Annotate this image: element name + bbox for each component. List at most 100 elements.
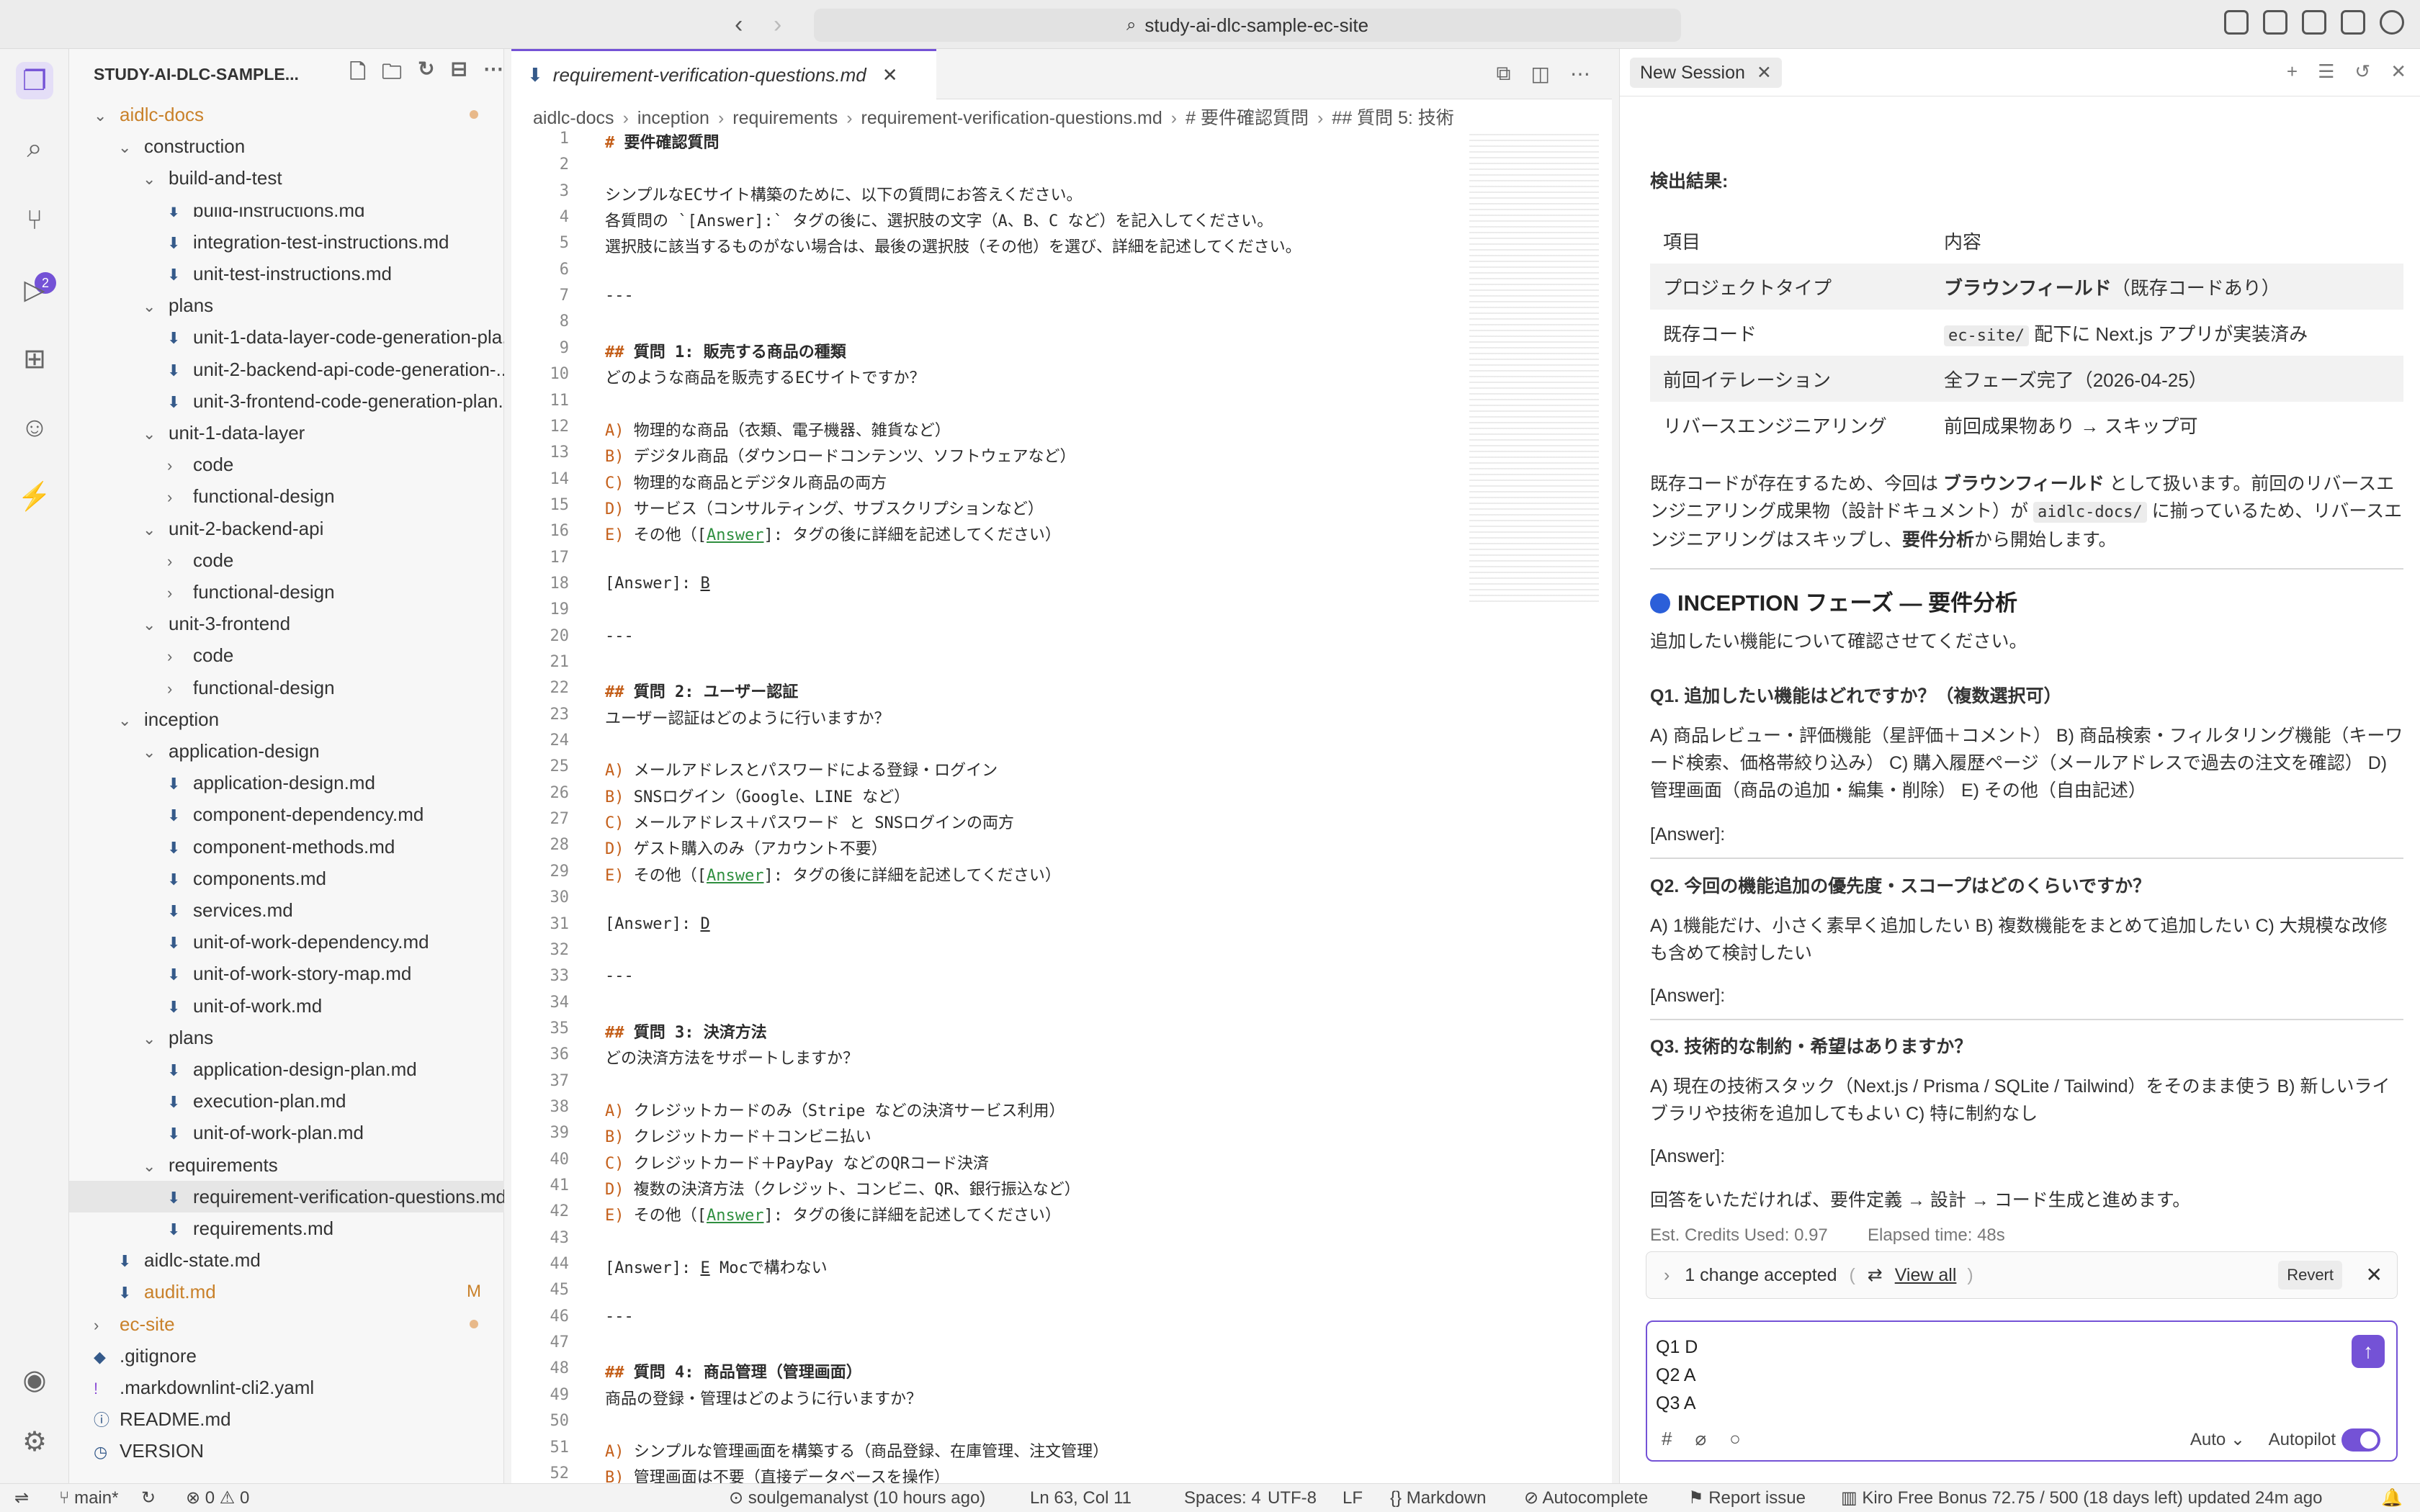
tree-file[interactable]: ◷ VERSION: [69, 1435, 504, 1467]
tree-file[interactable]: ⬇ requirements.md: [69, 1212, 504, 1244]
chat-session-tab[interactable]: New Session ✕: [1630, 58, 1782, 88]
layout-icon[interactable]: [2224, 10, 2249, 35]
tree-file[interactable]: ⬇ unit-test-instructions.md: [69, 258, 504, 289]
tree-folder[interactable]: ⌄ requirements: [69, 1149, 504, 1181]
send-button[interactable]: ↑: [2352, 1335, 2385, 1368]
breadcrumb-item[interactable]: requirement-verification-questions.md: [861, 108, 1162, 128]
expand-chevron-icon[interactable]: ›: [1664, 1265, 1670, 1285]
dismiss-icon[interactable]: ✕: [2366, 1252, 2383, 1298]
tree-file[interactable]: ⬇ unit-of-work.md: [69, 990, 504, 1022]
history-icon[interactable]: ↺: [2354, 60, 2370, 83]
new-folder-icon[interactable]: 🗀: [382, 57, 402, 91]
tree-file[interactable]: ⬇ unit-of-work-plan.md: [69, 1117, 504, 1148]
close-tab-icon[interactable]: ✕: [882, 64, 898, 86]
tree-folder[interactable]: › ec-site: [69, 1308, 504, 1340]
agent-hooks-icon[interactable]: ⚡: [16, 478, 53, 516]
settings-gear-icon[interactable]: ⚙: [16, 1423, 53, 1460]
refresh-icon[interactable]: ↻: [418, 57, 434, 91]
minimap[interactable]: [1469, 130, 1599, 605]
tree-file[interactable]: ⬇ unit-2-backend-api-code-generation-...: [69, 354, 504, 385]
back-arrow-icon[interactable]: ‹: [735, 10, 743, 39]
remote-icon[interactable]: ⇌: [14, 1484, 29, 1512]
tree-file[interactable]: ⬇ components.md: [69, 863, 504, 894]
breadcrumb-item[interactable]: aidlc-docs: [533, 108, 614, 128]
editor-tab-active[interactable]: ⬇ requirement-verification-questions.md …: [511, 49, 936, 99]
language-mode[interactable]: {} Markdown: [1390, 1484, 1486, 1512]
chat-input-text[interactable]: Q1 D Q2 A Q3 A: [1656, 1333, 1698, 1418]
git-blame-item[interactable]: ⊙ soulgemanalyst (10 hours ago): [729, 1484, 985, 1512]
tree-file[interactable]: ⓘ README.md: [69, 1403, 504, 1435]
tree-file[interactable]: ⬇ aidlc-state.md: [69, 1244, 504, 1276]
toggle-panel-icon[interactable]: [2302, 10, 2326, 35]
encoding[interactable]: UTF-8: [1268, 1484, 1317, 1512]
close-panel-icon[interactable]: ✕: [2390, 60, 2406, 83]
new-file-icon[interactable]: 🗋: [350, 57, 367, 91]
tree-folder[interactable]: › code: [69, 449, 504, 480]
breadcrumb-item[interactable]: requirements: [732, 108, 838, 128]
extensions-icon[interactable]: ⊞: [16, 340, 53, 377]
report-issue-item[interactable]: ⚑ Report issue: [1688, 1484, 1806, 1512]
revert-button[interactable]: Revert: [2278, 1261, 2342, 1290]
tree-folder[interactable]: › code: [69, 544, 504, 576]
tree-file[interactable]: ⬇ unit-of-work-story-map.md: [69, 958, 504, 989]
command-center-search[interactable]: ⌕ study-ai-dlc-sample-ec-site: [814, 9, 1681, 42]
tree-file[interactable]: ⬇ application-design.md: [69, 767, 504, 798]
more-actions-icon[interactable]: ⋯: [483, 57, 503, 91]
end-of-line[interactable]: LF: [1343, 1484, 1363, 1512]
open-preview-icon[interactable]: ⧉: [1497, 62, 1511, 86]
toggle-secondary-sidebar-icon[interactable]: [2341, 10, 2365, 35]
autocomplete-item[interactable]: ⊘ Autocomplete: [1524, 1484, 1648, 1512]
tree-folder[interactable]: ⌄ aidlc-docs: [69, 99, 504, 130]
tree-folder[interactable]: ⌄ plans: [69, 289, 504, 321]
tree-folder[interactable]: ⌄ unit-3-frontend: [69, 608, 504, 639]
tree-folder[interactable]: ⌄ application-design: [69, 735, 504, 767]
tree-file[interactable]: ⬇ audit.md M: [69, 1276, 504, 1308]
tree-file[interactable]: ⬇ component-dependency.md: [69, 798, 504, 830]
tree-file[interactable]: ⬇ application-design-plan.md: [69, 1053, 504, 1085]
close-session-icon[interactable]: ✕: [1757, 63, 1772, 83]
tree-file[interactable]: ⬇ component-methods.md: [69, 831, 504, 863]
tree-file[interactable]: ⬇ unit-1-data-layer-code-generation-pla..…: [69, 321, 504, 353]
branch-item[interactable]: ⑂ main*: [59, 1484, 118, 1512]
session-list-icon[interactable]: ☰: [2318, 60, 2334, 83]
tree-file[interactable]: ⬇ unit-of-work-dependency.md: [69, 926, 504, 958]
notifications-bell-icon[interactable]: 🔔: [2381, 1484, 2403, 1512]
breadcrumb-item[interactable]: inception: [637, 108, 709, 128]
attach-icon[interactable]: ⌀: [1695, 1428, 1706, 1450]
tree-file[interactable]: ⬇ execution-plan.md: [69, 1085, 504, 1117]
mode-select[interactable]: Auto ⌄: [2190, 1429, 2245, 1450]
search-icon[interactable]: ⌕: [16, 130, 53, 167]
tree-folder[interactable]: ⌄ inception: [69, 703, 504, 735]
tree-file[interactable]: ⬇ integration-test-instructions.md: [69, 226, 504, 258]
autopilot-toggle[interactable]: [2341, 1428, 2380, 1452]
tree-folder[interactable]: › code: [69, 639, 504, 671]
sync-icon[interactable]: ↻: [141, 1484, 156, 1512]
tree-folder[interactable]: ⌄ construction: [69, 130, 504, 162]
context-hash-icon[interactable]: #: [1662, 1428, 1672, 1450]
kiro-ghost-icon[interactable]: ☺: [16, 409, 53, 446]
tree-file[interactable]: ⬇ unit-3-frontend-code-generation-plan...: [69, 385, 504, 417]
problems-item[interactable]: ⊗ 0 ⚠ 0: [186, 1484, 249, 1512]
tree-file[interactable]: ⬇ services.md: [69, 894, 504, 926]
breadcrumb-item[interactable]: ## 質問 5: 技術: [1332, 108, 1454, 128]
new-session-icon[interactable]: +: [2287, 60, 2298, 83]
forward-arrow-icon[interactable]: ›: [774, 10, 781, 39]
split-editor-icon[interactable]: ◫: [1531, 62, 1550, 86]
chat-icon[interactable]: [2380, 10, 2404, 35]
tree-file[interactable]: ◆ .gitignore: [69, 1340, 504, 1372]
tree-folder[interactable]: ⌄ unit-2-backend-api: [69, 513, 504, 544]
view-all-link[interactable]: View all: [1895, 1265, 1957, 1285]
cursor-position[interactable]: Ln 63, Col 11: [1030, 1484, 1131, 1512]
breadcrumb-item[interactable]: # 要件確認質問: [1186, 108, 1309, 128]
editor-more-icon[interactable]: ⋯: [1570, 62, 1590, 86]
credits-bonus-item[interactable]: ▥ Kiro Free Bonus 72.75 / 500 (18 days l…: [1841, 1484, 2322, 1512]
account-icon[interactable]: ◉: [16, 1361, 53, 1398]
tree-folder[interactable]: › functional-design: [69, 480, 504, 512]
tree-file[interactable]: ! .markdownlint-cli2.yaml: [69, 1372, 504, 1403]
tree-folder[interactable]: ⌄ build-and-test: [69, 162, 504, 194]
tree-folder[interactable]: › functional-design: [69, 576, 504, 608]
indentation[interactable]: Spaces: 4: [1184, 1484, 1261, 1512]
run-debug-icon[interactable]: ▷: [16, 271, 53, 308]
tree-folder[interactable]: ⌄ plans: [69, 1022, 504, 1053]
tree-file[interactable]: ⬇ build-instructions.md: [69, 207, 504, 226]
